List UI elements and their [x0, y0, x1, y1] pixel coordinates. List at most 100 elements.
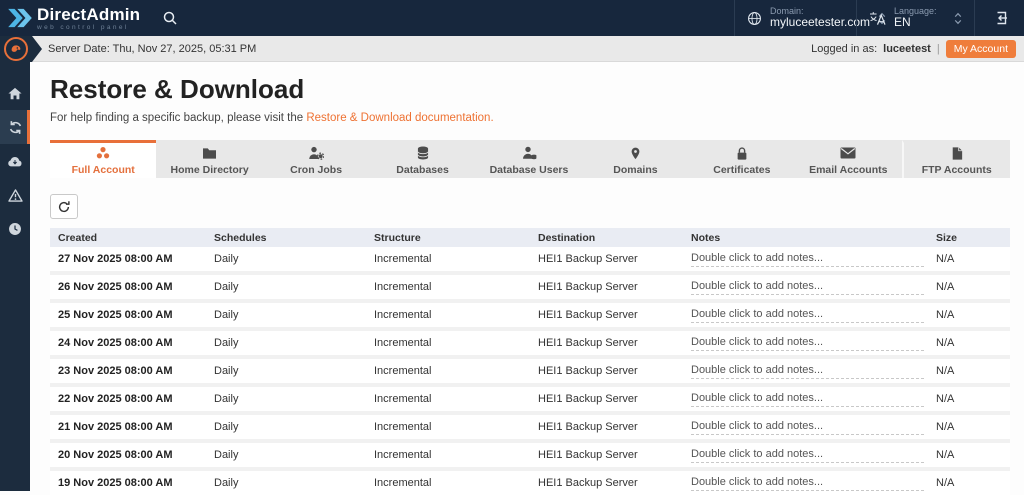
cell-notes[interactable]: Double click to add notes...	[683, 419, 928, 435]
language-selector[interactable]: Language: EN	[856, 0, 974, 36]
table-row[interactable]: 24 Nov 2025 08:00 AM Daily Incremental H…	[50, 331, 1010, 355]
notes-placeholder[interactable]: Double click to add notes...	[691, 391, 924, 407]
cell-size: N/A	[936, 309, 955, 321]
cell-notes[interactable]: Double click to add notes...	[683, 279, 928, 295]
tab-ftp-accounts[interactable]: FTP Accounts	[901, 140, 1010, 178]
cell-structure: Incremental	[374, 393, 432, 405]
sync-icon	[8, 120, 23, 135]
table-row[interactable]: 22 Nov 2025 08:00 AM Daily Incremental H…	[50, 387, 1010, 411]
cell-created: 19 Nov 2025 08:00 AM	[58, 477, 173, 489]
tab-cron-jobs[interactable]: Cron Jobs	[263, 140, 369, 178]
table-row[interactable]: 26 Nov 2025 08:00 AM Daily Incremental H…	[50, 275, 1010, 299]
cell-size: N/A	[936, 253, 955, 265]
domain-selector[interactable]: Domain: myluceetester.com	[734, 0, 886, 36]
translate-icon	[869, 11, 886, 26]
tab-label: Domains	[613, 163, 658, 176]
notes-placeholder[interactable]: Double click to add notes...	[691, 447, 924, 463]
table-row[interactable]: 21 Nov 2025 08:00 AM Daily Incremental H…	[50, 415, 1010, 439]
logout-icon	[991, 10, 1009, 26]
avatar[interactable]	[4, 37, 28, 61]
tab-database-users[interactable]: Database Users	[476, 140, 582, 178]
cell-structure: Incremental	[374, 421, 432, 433]
cell-destination: HEI1 Backup Server	[538, 449, 638, 461]
sidebar-item-restore[interactable]	[0, 110, 30, 144]
tab-certificates[interactable]: Certificates	[689, 140, 795, 178]
notes-placeholder[interactable]: Double click to add notes...	[691, 475, 924, 491]
cell-notes[interactable]: Double click to add notes...	[683, 363, 928, 379]
lock-icon	[735, 146, 749, 161]
cell-size: N/A	[936, 365, 955, 377]
cell-notes[interactable]: Double click to add notes...	[683, 335, 928, 351]
cell-created: 26 Nov 2025 08:00 AM	[58, 281, 173, 293]
table-row[interactable]: 19 Nov 2025 08:00 AM Daily Incremental H…	[50, 471, 1010, 495]
cell-size: N/A	[936, 393, 955, 405]
logout-button[interactable]	[974, 0, 1024, 36]
globe-icon	[747, 11, 762, 26]
cell-created: 27 Nov 2025 08:00 AM	[58, 253, 173, 265]
table-row[interactable]: 25 Nov 2025 08:00 AM Daily Incremental H…	[50, 303, 1010, 327]
database-icon	[416, 146, 430, 161]
tab-label: FTP Accounts	[921, 163, 992, 176]
tab-domains[interactable]: Domains	[582, 140, 688, 178]
cell-notes[interactable]: Double click to add notes...	[683, 391, 928, 407]
table-row[interactable]: 23 Nov 2025 08:00 AM Daily Incremental H…	[50, 359, 1010, 383]
cell-schedules: Daily	[214, 309, 239, 321]
brand-name: DirectAdmin	[37, 4, 141, 24]
tab-email-accounts[interactable]: Email Accounts	[795, 140, 901, 178]
cell-notes[interactable]: Double click to add notes...	[683, 475, 928, 491]
tab-full-account[interactable]: Full Account	[50, 140, 157, 178]
tab-label: Database Users	[489, 163, 569, 176]
cell-notes[interactable]: Double click to add notes...	[683, 447, 928, 463]
documentation-link[interactable]: Restore & Download documentation.	[306, 112, 493, 124]
table-row[interactable]: 20 Nov 2025 08:00 AM Daily Incremental H…	[50, 443, 1010, 467]
cell-created: 23 Nov 2025 08:00 AM	[58, 365, 173, 377]
sidebar-item-history[interactable]	[0, 212, 30, 246]
language-value: EN	[894, 15, 911, 30]
chevron-updown-icon	[954, 12, 962, 25]
table-row[interactable]: 27 Nov 2025 08:00 AM Daily Incremental H…	[50, 247, 1010, 271]
cell-destination: HEI1 Backup Server	[538, 393, 638, 405]
notes-placeholder[interactable]: Double click to add notes...	[691, 251, 924, 267]
directadmin-logo[interactable]: DirectAdmin web control panel	[0, 6, 140, 31]
sidebar-item-alerts[interactable]	[0, 178, 30, 212]
warning-icon	[7, 188, 23, 202]
cell-structure: Incremental	[374, 477, 432, 489]
table-header: Created Schedules Structure Destination …	[50, 228, 1010, 247]
cell-schedules: Daily	[214, 281, 239, 293]
cell-schedules: Daily	[214, 393, 239, 405]
tab-home-directory[interactable]: Home Directory	[156, 140, 262, 178]
notes-placeholder[interactable]: Double click to add notes...	[691, 419, 924, 435]
notes-placeholder[interactable]: Double click to add notes...	[691, 363, 924, 379]
cell-destination: HEI1 Backup Server	[538, 421, 638, 433]
map-pin-icon	[629, 146, 642, 161]
cell-structure: Incremental	[374, 309, 432, 321]
column-header-destination: Destination	[538, 231, 596, 244]
cell-destination: HEI1 Backup Server	[538, 337, 638, 349]
cell-destination: HEI1 Backup Server	[538, 365, 638, 377]
sidebar-item-home[interactable]	[0, 76, 30, 110]
cell-size: N/A	[936, 449, 955, 461]
main-content: Restore & Download For help finding a sp…	[30, 62, 1024, 495]
cell-structure: Incremental	[374, 337, 432, 349]
tab-databases[interactable]: Databases	[369, 140, 475, 178]
notes-placeholder[interactable]: Double click to add notes...	[691, 279, 924, 295]
sidebar	[0, 36, 30, 491]
cell-destination: HEI1 Backup Server	[538, 281, 638, 293]
cell-schedules: Daily	[214, 449, 239, 461]
home-icon	[8, 87, 22, 100]
notes-placeholder[interactable]: Double click to add notes...	[691, 307, 924, 323]
refresh-button[interactable]	[50, 194, 78, 219]
cell-structure: Incremental	[374, 449, 432, 461]
cell-notes[interactable]: Double click to add notes...	[683, 251, 928, 267]
notes-placeholder[interactable]: Double click to add notes...	[691, 335, 924, 351]
column-header-created: Created	[58, 231, 98, 244]
database-user-icon	[521, 146, 537, 161]
cell-size: N/A	[936, 337, 955, 349]
search-icon[interactable]	[162, 10, 178, 26]
backup-type-tabs: Full Account Home Directory Cron Jobs Da…	[50, 140, 1010, 178]
my-account-button[interactable]: My Account	[945, 39, 1016, 58]
tab-label: Databases	[396, 163, 449, 176]
cell-notes[interactable]: Double click to add notes...	[683, 307, 928, 323]
help-prefix: For help finding a specific backup, plea…	[50, 112, 307, 124]
sidebar-item-backups[interactable]	[0, 144, 30, 178]
